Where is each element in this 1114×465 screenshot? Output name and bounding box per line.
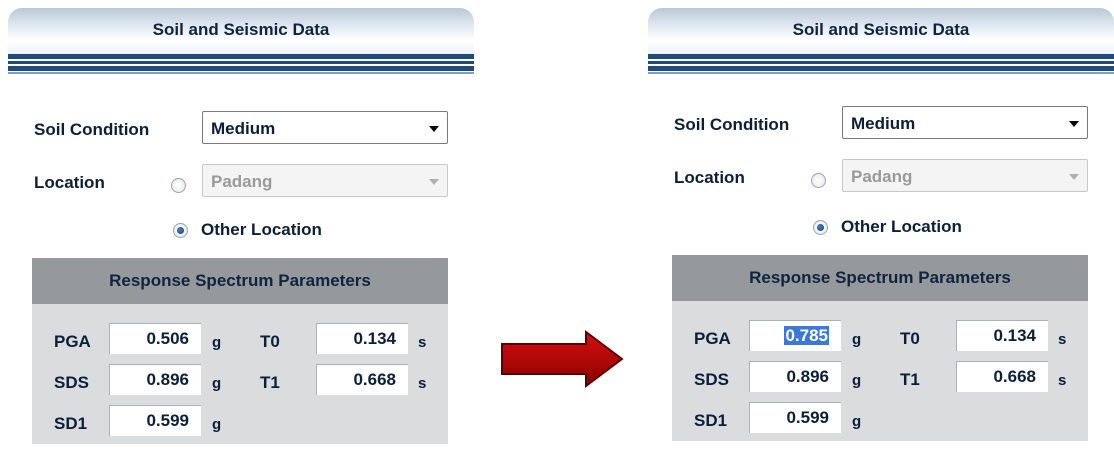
sd1-label: SD1 — [694, 411, 728, 430]
header-divider — [648, 61, 1114, 64]
t1-value: 0.668 — [353, 370, 396, 389]
t1-input[interactable]: 0.668 — [316, 364, 408, 395]
pga-unit: g — [852, 331, 862, 348]
location-value: Padang — [851, 167, 913, 186]
t0-label: T0 — [260, 332, 280, 351]
response-spectrum-title: Response Spectrum Parameters — [32, 258, 448, 304]
sd1-value: 0.599 — [146, 411, 189, 430]
location-label: Location — [674, 168, 745, 187]
pga-input[interactable]: 0.785 — [749, 320, 841, 351]
chevron-down-icon — [1069, 174, 1079, 180]
soil-seismic-panel-after: Soil and Seismic Data Soil Condition Med… — [648, 8, 1114, 465]
t1-unit: s — [1058, 372, 1067, 389]
t1-unit: s — [418, 375, 427, 392]
header-divider — [8, 66, 474, 71]
response-spectrum-box: Response Spectrum Parameters PGA 0.785 g… — [672, 255, 1088, 441]
pga-unit: g — [212, 334, 222, 351]
sds-unit: g — [852, 372, 862, 389]
panel-header: Soil and Seismic Data — [8, 8, 474, 54]
header-divider — [8, 72, 474, 74]
t0-label: T0 — [900, 329, 920, 348]
right-arrow-icon — [501, 330, 624, 388]
t1-input[interactable]: 0.668 — [956, 361, 1048, 392]
panel-title: Soil and Seismic Data — [152, 20, 330, 39]
sd1-value: 0.599 — [786, 408, 829, 427]
soil-condition-select[interactable]: Medium — [202, 111, 448, 144]
other-location-radio[interactable] — [173, 223, 188, 238]
sd1-unit: g — [852, 413, 862, 430]
location-value: Padang — [211, 172, 273, 191]
sds-label: SDS — [54, 373, 89, 392]
soil-condition-select[interactable]: Medium — [842, 106, 1088, 139]
t0-unit: s — [1058, 331, 1067, 348]
t0-unit: s — [418, 334, 427, 351]
pga-value: 0.506 — [146, 329, 189, 348]
t0-input[interactable]: 0.134 — [316, 323, 408, 354]
chevron-down-icon — [429, 179, 439, 185]
location-select[interactable]: Padang — [202, 164, 448, 197]
other-location-radio[interactable] — [813, 220, 828, 235]
header-divider — [648, 54, 1114, 59]
t0-value: 0.134 — [353, 329, 396, 348]
t1-label: T1 — [900, 370, 920, 389]
pga-value: 0.785 — [784, 326, 829, 345]
sd1-unit: g — [212, 416, 222, 433]
response-spectrum-title: Response Spectrum Parameters — [672, 255, 1088, 301]
location-label: Location — [34, 173, 105, 192]
other-location-label: Other Location — [841, 217, 962, 236]
sds-value: 0.896 — [146, 370, 189, 389]
sds-value: 0.896 — [786, 367, 829, 386]
t1-label: T1 — [260, 373, 280, 392]
chevron-down-icon — [1069, 121, 1079, 127]
header-divider — [8, 54, 474, 59]
soil-condition-label: Soil Condition — [34, 120, 150, 139]
pga-label: PGA — [54, 332, 91, 351]
chevron-down-icon — [429, 126, 439, 132]
pga-label: PGA — [694, 329, 731, 348]
soil-seismic-panel-before: Soil and Seismic Data Soil Condition Med… — [8, 8, 474, 465]
panel-header: Soil and Seismic Data — [648, 8, 1114, 54]
soil-condition-value: Medium — [211, 119, 276, 138]
location-radio[interactable] — [171, 178, 186, 193]
response-spectrum-box: Response Spectrum Parameters PGA 0.506 g… — [32, 258, 448, 444]
sds-unit: g — [212, 375, 222, 392]
sds-label: SDS — [694, 370, 729, 389]
header-divider — [648, 66, 1114, 71]
t0-input[interactable]: 0.134 — [956, 320, 1048, 351]
pga-input[interactable]: 0.506 — [109, 323, 201, 354]
location-select[interactable]: Padang — [842, 159, 1088, 192]
header-divider — [648, 72, 1114, 74]
sds-input[interactable]: 0.896 — [749, 361, 841, 392]
soil-condition-value: Medium — [851, 114, 916, 133]
soil-condition-label: Soil Condition — [674, 115, 790, 134]
t0-value: 0.134 — [993, 326, 1036, 345]
panel-title: Soil and Seismic Data — [792, 20, 970, 39]
other-location-label: Other Location — [201, 220, 322, 239]
t1-value: 0.668 — [993, 367, 1036, 386]
location-radio[interactable] — [811, 173, 826, 188]
sds-input[interactable]: 0.896 — [109, 364, 201, 395]
sd1-input[interactable]: 0.599 — [109, 405, 201, 436]
sd1-input[interactable]: 0.599 — [749, 402, 841, 433]
header-divider — [8, 61, 474, 64]
sd1-label: SD1 — [54, 414, 88, 433]
